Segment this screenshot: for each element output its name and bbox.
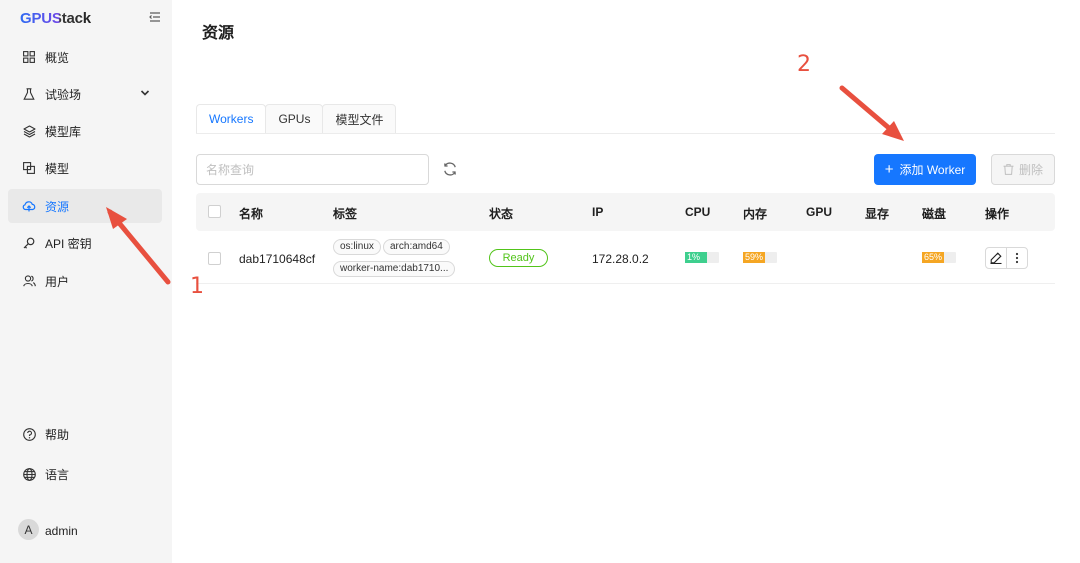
label-tag: worker-name:dab1710... <box>333 261 456 277</box>
tab-divider <box>196 133 1055 134</box>
refresh-icon[interactable] <box>442 161 458 177</box>
sidebar-item-resources[interactable]: 资源 <box>8 189 162 223</box>
worker-name: dab1710648cf <box>239 252 316 266</box>
memory-usage-bar: 59% <box>743 252 777 263</box>
column-header-vram: 显存 <box>865 207 890 221</box>
users-icon <box>22 274 36 288</box>
sidebar-item-help[interactable]: 帮助 <box>8 417 162 451</box>
sidebar-item-users[interactable]: 用户 <box>8 264 162 298</box>
row-checkbox[interactable] <box>208 252 221 265</box>
tab-bar: Workers GPUs 模型文件 <box>196 104 397 134</box>
annotation-number-2: 2 <box>797 52 811 77</box>
column-header-disk: 磁盘 <box>922 207 947 221</box>
table-row[interactable]: dab1710648cf os:linux arch:amd64 worker-… <box>196 231 1055 284</box>
app-logo[interactable]: GPUStack <box>20 10 91 27</box>
column-header-labels: 标签 <box>333 207 358 221</box>
cpu-usage-bar: 1% <box>685 252 719 263</box>
add-worker-button[interactable]: + 添加 Worker <box>874 154 976 185</box>
search-input[interactable] <box>196 154 429 185</box>
worker-ip: 172.28.0.2 <box>592 252 649 266</box>
memory-usage-label: 59% <box>745 252 764 262</box>
more-vertical-icon <box>1015 252 1019 264</box>
sidebar-item-catalog[interactable]: 模型库 <box>8 114 162 148</box>
edit-button[interactable] <box>985 247 1007 269</box>
column-header-memory: 内存 <box>743 207 768 221</box>
label-tag: os:linux <box>333 239 381 255</box>
app-root: GPUStack 概览 试验场 模型库 模型 资源 API 密钥 用户 帮助 语… <box>0 0 1080 563</box>
sidebar-item-label: 用户 <box>45 274 70 289</box>
chevron-down-icon[interactable] <box>140 88 150 98</box>
sidebar-item-label: 资源 <box>45 199 70 214</box>
sidebar-item-language[interactable]: 语言 <box>8 457 162 491</box>
status-badge: Ready <box>489 249 548 267</box>
disk-usage-label: 65% <box>924 252 943 262</box>
column-header-name[interactable]: 名称 <box>239 205 263 222</box>
key-icon <box>22 236 36 250</box>
add-worker-label: 添加 Worker <box>899 163 966 177</box>
column-header-cpu: CPU <box>685 205 711 219</box>
column-header-actions: 操作 <box>985 207 1010 221</box>
layers-icon <box>22 124 36 138</box>
help-icon <box>22 427 36 441</box>
tab-workers[interactable]: Workers <box>196 104 267 134</box>
cpu-usage-label: 1% <box>687 252 701 262</box>
trash-icon <box>1003 164 1014 175</box>
tab-gpus[interactable]: GPUs <box>265 104 324 134</box>
globe-icon <box>22 467 36 481</box>
table-header: 名称 标签 状态 IP CPU 内存 GPU 显存 磁盘 操作 <box>196 193 1055 231</box>
sidebar-item-label: 试验场 <box>45 87 82 102</box>
column-header-gpu: GPU <box>806 205 833 219</box>
select-all-checkbox[interactable] <box>208 205 221 218</box>
sidebar-item-label: 帮助 <box>45 427 70 442</box>
flask-icon <box>22 87 36 101</box>
annotation-number-1: 1 <box>190 274 204 299</box>
disk-usage-bar: 65% <box>922 252 956 263</box>
plus-icon: + <box>884 161 894 178</box>
more-actions-button[interactable] <box>1006 247 1028 269</box>
avatar[interactable]: A <box>18 519 39 540</box>
delete-label: 删除 <box>1018 163 1043 177</box>
annotation-arrow-2 <box>839 85 899 137</box>
dashboard-icon <box>22 50 36 64</box>
models-icon <box>22 161 36 175</box>
label-tag: arch:amd64 <box>383 239 450 255</box>
sidebar-item-playground[interactable]: 试验场 <box>8 77 162 111</box>
sidebar: GPUStack 概览 试验场 模型库 模型 资源 API 密钥 用户 帮助 语… <box>0 0 172 563</box>
tab-model-files[interactable]: 模型文件 <box>322 104 397 134</box>
username-label[interactable]: admin <box>45 524 78 538</box>
column-header-ip: IP <box>592 205 604 219</box>
collapse-sidebar-icon[interactable] <box>149 11 161 23</box>
sidebar-item-label: 模型库 <box>45 124 82 139</box>
column-header-status: 状态 <box>489 207 514 221</box>
sidebar-item-label: 语言 <box>45 467 70 482</box>
page-title: 资源 <box>202 25 235 42</box>
sidebar-item-label: 概览 <box>45 50 70 65</box>
edit-icon <box>990 252 1002 264</box>
sidebar-item-label: API 密钥 <box>45 236 92 251</box>
annotation-arrowhead-2 <box>882 121 904 141</box>
sidebar-item-api-keys[interactable]: API 密钥 <box>8 226 162 260</box>
delete-button[interactable]: 删除 <box>991 154 1055 185</box>
sidebar-item-label: 模型 <box>45 161 70 176</box>
sidebar-item-overview[interactable]: 概览 <box>8 40 162 74</box>
sidebar-item-models[interactable]: 模型 <box>8 151 162 185</box>
cloud-icon <box>22 199 36 213</box>
